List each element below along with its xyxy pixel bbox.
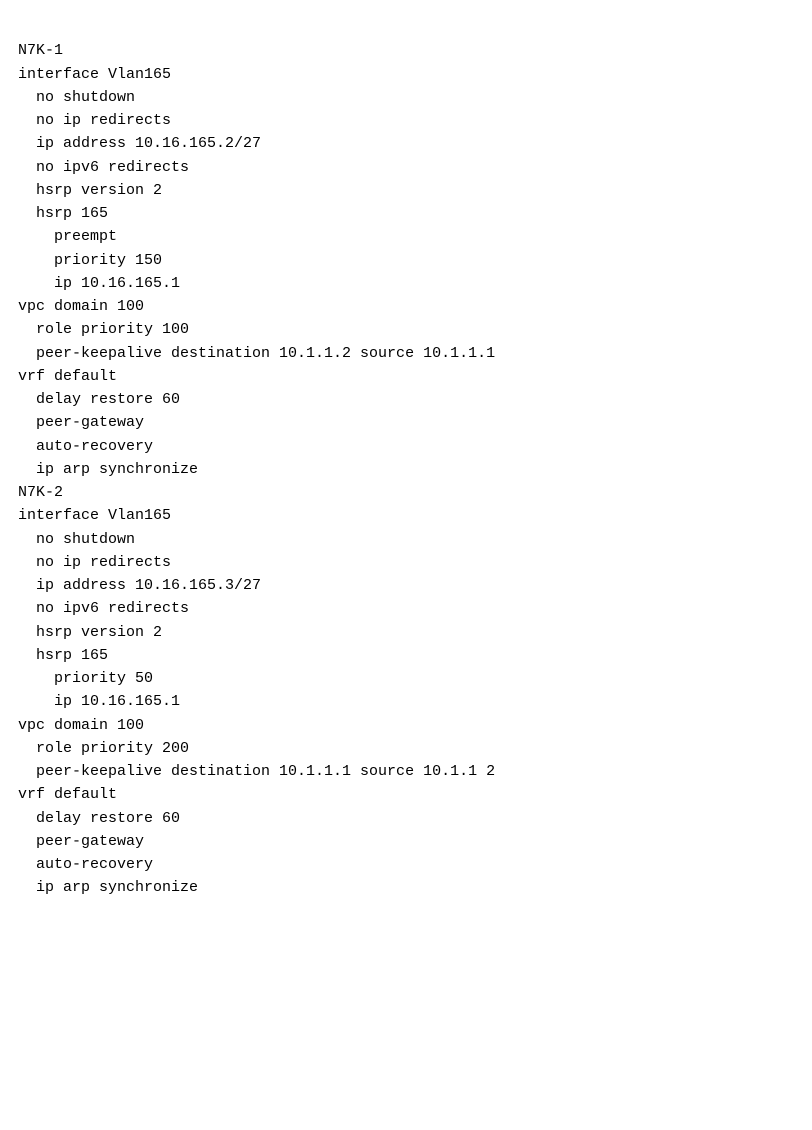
code-line-n7k2-role-priority: role priority 200 [18, 737, 794, 760]
code-line-n7k1-no-ipv6-redirects: no ipv6 redirects [18, 156, 794, 179]
code-line-n7k2-no-ipv6-redirects: no ipv6 redirects [18, 597, 794, 620]
code-line-n7k1-role-priority: role priority 100 [18, 318, 794, 341]
code-line-n7k1-auto-recovery: auto-recovery [18, 435, 794, 458]
code-line-n7k2-hsrp-version: hsrp version 2 [18, 621, 794, 644]
code-line-n7k2-hsrp-165: hsrp 165 [18, 644, 794, 667]
code-line-n7k1-hsrp-version: hsrp version 2 [18, 179, 794, 202]
code-line-n7k2-no-ip-redirects: no ip redirects [18, 551, 794, 574]
code-line-n7k1-interface: interface Vlan165 [18, 63, 794, 86]
code-line-n7k1-vrf-default: vrf default [18, 365, 794, 388]
code-line-n7k2-hsrp-ip: ip 10.16.165.1 [18, 690, 794, 713]
code-line-n7k2-interface: interface Vlan165 [18, 504, 794, 527]
code-line-n7k1-no-shutdown: no shutdown [18, 86, 794, 109]
code-line-n7k2-delay-restore: delay restore 60 [18, 807, 794, 830]
code-line-n7k1-hsrp-165: hsrp 165 [18, 202, 794, 225]
code-line-n7k1-no-ip-redirects: no ip redirects [18, 109, 794, 132]
code-line-n7k2-no-shutdown: no shutdown [18, 528, 794, 551]
code-line-n7k1-delay-restore: delay restore 60 [18, 388, 794, 411]
code-line-n7k2-vrf-default: vrf default [18, 783, 794, 806]
code-line-n7k2-ip-address: ip address 10.16.165.3/27 [18, 574, 794, 597]
code-line-n7k2-ip-arp-sync: ip arp synchronize [18, 876, 794, 899]
code-line-n7k1-priority: priority 150 [18, 249, 794, 272]
code-line-n7k2-peer-gateway: peer-gateway [18, 830, 794, 853]
code-content: N7K-1interface Vlan165 no shutdown no ip… [18, 16, 794, 900]
code-line-n7k2-auto-recovery: auto-recovery [18, 853, 794, 876]
code-line-n7k2-peer-keepalive: peer-keepalive destination 10.1.1.1 sour… [18, 760, 794, 783]
code-line-n7k1-ip-arp-sync: ip arp synchronize [18, 458, 794, 481]
code-line-n7k1-peer-gateway: peer-gateway [18, 411, 794, 434]
code-line-n7k2-vpc-domain: vpc domain 100 [18, 714, 794, 737]
code-line-n7k1-header: N7K-1 [18, 39, 794, 62]
code-line-n7k2-header: N7K-2 [18, 481, 794, 504]
code-line-n7k1-ip-address: ip address 10.16.165.2/27 [18, 132, 794, 155]
code-line-n7k2-priority: priority 50 [18, 667, 794, 690]
code-line-n7k1-vpc-domain: vpc domain 100 [18, 295, 794, 318]
code-line-n7k1-preempt: preempt [18, 225, 794, 248]
code-line-n7k1-peer-keepalive: peer-keepalive destination 10.1.1.2 sour… [18, 342, 794, 365]
code-line-n7k1-hsrp-ip: ip 10.16.165.1 [18, 272, 794, 295]
